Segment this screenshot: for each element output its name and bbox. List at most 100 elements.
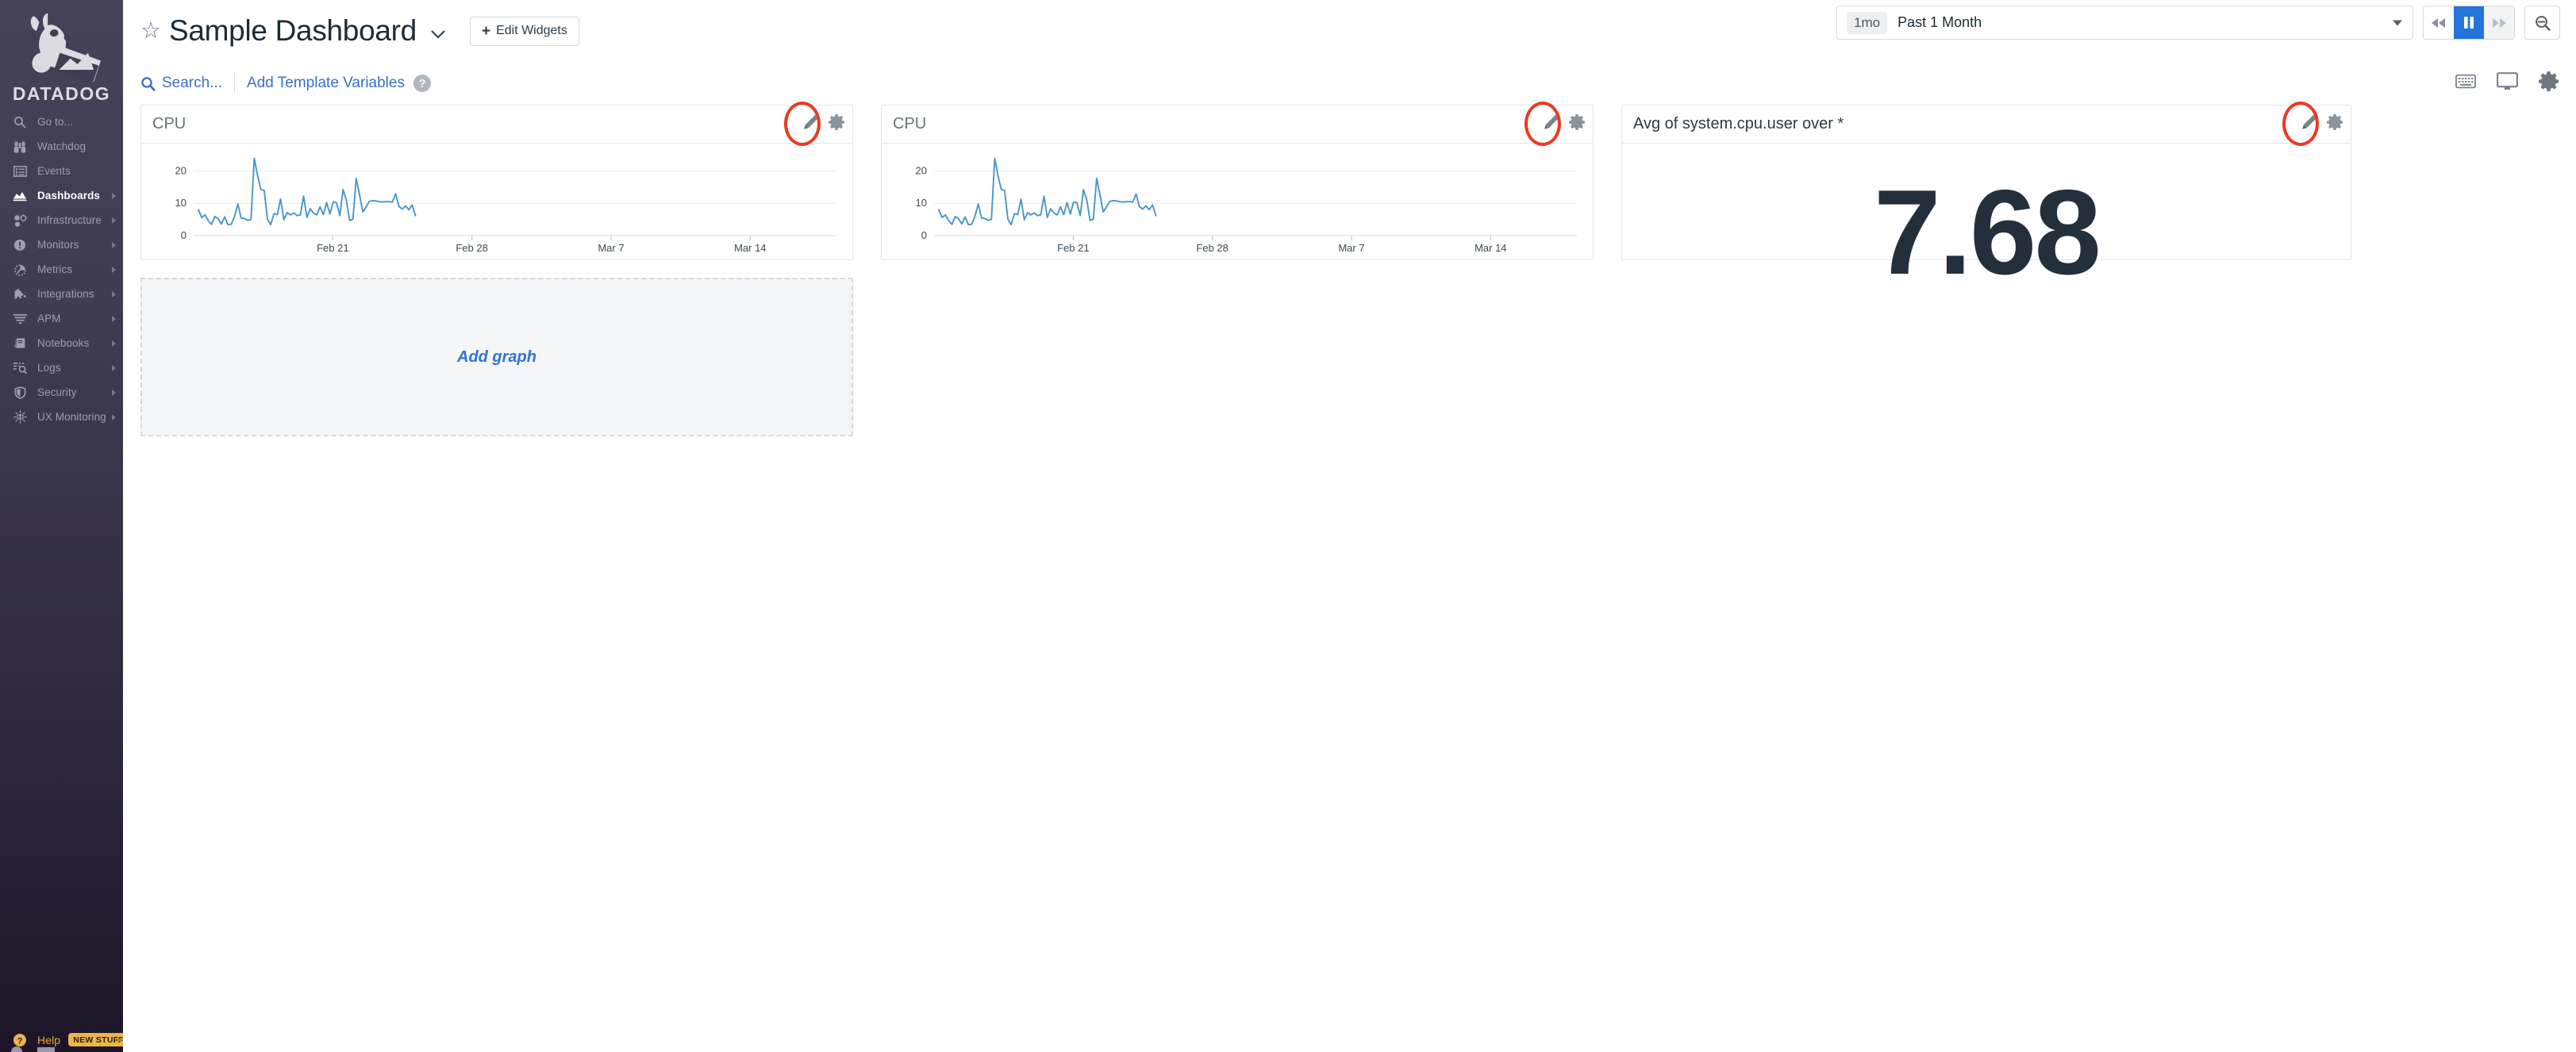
datadog-dog-logo-icon xyxy=(15,5,109,90)
datadog-dashboard-app: DATADOG Go to... Watchdog Events xyxy=(0,0,2576,1052)
sidebar-item-label: UX Monitoring xyxy=(37,411,106,423)
pause-button[interactable] xyxy=(2454,6,2484,39)
sidebar-item-notebooks[interactable]: Notebooks xyxy=(0,331,123,355)
gear-icon[interactable] xyxy=(2327,114,2343,134)
sidebar-item-label: Dashboards xyxy=(37,190,100,202)
datadog-logo[interactable]: DATADOG xyxy=(0,0,123,105)
toolbar-divider xyxy=(234,73,235,94)
sidebar-item-metrics[interactable]: Metrics xyxy=(0,257,123,282)
display-icon[interactable] xyxy=(2497,72,2518,94)
time-controls: 1mo Past 1 Month xyxy=(1836,6,2560,40)
widget-cpu-2[interactable]: CPU 01020Feb 21Feb 28Mar 7Mar 14 xyxy=(881,105,1594,260)
apm-icon xyxy=(11,312,29,326)
sidebar-item-label: Infrastructure xyxy=(37,214,102,226)
timeseries-chart[interactable]: 01020Feb 21Feb 28Mar 7Mar 14 xyxy=(141,144,852,259)
sidebar-item-go-to[interactable]: Go to... xyxy=(0,109,123,134)
x-axis-tick-label: Mar 14 xyxy=(1474,242,1506,254)
fast-forward-button[interactable] xyxy=(2484,6,2514,39)
search-icon xyxy=(140,76,156,91)
dashboard-header: ☆ Sample Dashboard + Edit Widgets 1mo Pa… xyxy=(123,0,2576,62)
chevron-right-icon xyxy=(112,242,116,248)
sidebar-item-integrations[interactable]: Integrations xyxy=(0,282,123,306)
edit-widgets-label: Edit Widgets xyxy=(496,24,567,38)
globe-icon xyxy=(11,410,29,424)
chevron-right-icon xyxy=(112,267,116,273)
time-range-select[interactable]: 1mo Past 1 Month xyxy=(1836,6,2413,40)
sidebar-item-monitors[interactable]: Monitors xyxy=(0,232,123,257)
widget-body: 01020Feb 21Feb 28Mar 7Mar 14 xyxy=(882,144,1593,259)
gear-icon[interactable] xyxy=(2539,71,2559,95)
avatar xyxy=(11,1046,22,1052)
widget-header: Avg of system.cpu.user over * xyxy=(1622,106,2351,144)
chevron-right-icon xyxy=(112,291,116,298)
sidebar-item-ux-monitoring[interactable]: UX Monitoring xyxy=(0,405,123,429)
gauge-icon xyxy=(11,263,29,277)
puzzle-icon xyxy=(11,287,29,301)
timeseries-chart[interactable]: 01020Feb 21Feb 28Mar 7Mar 14 xyxy=(882,144,1593,259)
widget-header: CPU xyxy=(882,106,1593,144)
notebook-icon xyxy=(11,336,29,351)
widget-row-1: CPU 01020Feb 21Feb 28Mar 7Mar 14 xyxy=(140,105,2559,260)
logs-icon xyxy=(11,361,29,375)
chevron-right-icon xyxy=(112,414,116,420)
edit-widgets-button[interactable]: + Edit Widgets xyxy=(470,17,579,46)
question-mark-icon[interactable]: ? xyxy=(413,75,431,92)
list-icon xyxy=(11,164,29,179)
keyboard-icon[interactable] xyxy=(2455,74,2476,93)
alert-icon xyxy=(11,238,29,252)
sidebar-item-apm[interactable]: APM xyxy=(0,306,123,331)
zoom-out-button[interactable] xyxy=(2524,6,2560,40)
chevron-right-icon xyxy=(112,340,116,347)
main-content: ☆ Sample Dashboard + Edit Widgets 1mo Pa… xyxy=(123,0,2576,1052)
chevron-right-icon xyxy=(117,1037,121,1043)
sidebar-item-label: Monitors xyxy=(37,239,79,251)
pencil-icon[interactable] xyxy=(2300,113,2319,136)
chevron-right-icon xyxy=(112,217,116,224)
datadog-logo-text: DATADOG xyxy=(13,83,110,105)
sidebar-item-infrastructure[interactable]: Infrastructure xyxy=(0,208,123,232)
x-axis-tick-label: Mar 7 xyxy=(598,242,624,254)
hexagons-icon xyxy=(11,213,29,228)
widget-body: 01020Feb 21Feb 28Mar 7Mar 14 xyxy=(141,144,852,259)
y-axis-tick-label: 0 xyxy=(921,229,927,241)
gear-icon[interactable] xyxy=(1569,114,1585,134)
time-range-label: Past 1 Month xyxy=(1897,14,1982,31)
widget-cpu-1[interactable]: CPU 01020Feb 21Feb 28Mar 7Mar 14 xyxy=(140,105,853,260)
widget-body: 7.68 xyxy=(1622,144,2351,293)
pencil-icon[interactable] xyxy=(1542,113,1561,136)
widget-actions xyxy=(802,113,844,136)
search-icon xyxy=(11,115,29,129)
sidebar-item-label: Events xyxy=(37,165,71,177)
pencil-icon[interactable] xyxy=(802,113,821,136)
series-line xyxy=(939,158,1155,225)
sidebar-item-logs[interactable]: Logs xyxy=(0,355,123,380)
y-axis-tick-label: 0 xyxy=(181,229,186,241)
sidebar-item-dashboards[interactable]: Dashboards xyxy=(0,183,123,208)
add-graph-placeholder[interactable]: Add graph xyxy=(140,278,853,436)
y-axis-tick-label: 20 xyxy=(916,164,927,176)
star-icon[interactable]: ☆ xyxy=(140,20,161,43)
sidebar-item-events[interactable]: Events xyxy=(0,159,123,183)
widget-title: CPU xyxy=(893,115,926,133)
widget-actions xyxy=(1542,113,1585,136)
widget-title: CPU xyxy=(152,115,186,133)
widget-query-value[interactable]: Avg of system.cpu.user over * 7.6 xyxy=(1621,105,2351,260)
sidebar: DATADOG Go to... Watchdog Events xyxy=(0,0,123,1052)
search-button[interactable]: Search... xyxy=(140,75,222,92)
rewind-button[interactable] xyxy=(2424,6,2454,39)
chevron-down-icon[interactable] xyxy=(430,29,446,38)
add-template-variables-button[interactable]: Add Template Variables xyxy=(247,75,405,92)
sidebar-item-security[interactable]: Security xyxy=(0,380,123,405)
binoculars-icon xyxy=(11,140,29,154)
sidebar-item-label: Logs xyxy=(37,362,61,374)
sidebar-item-label: Security xyxy=(37,386,77,398)
chevron-right-icon xyxy=(112,365,116,371)
playback-controls xyxy=(2423,6,2515,40)
chevron-right-icon xyxy=(112,390,116,396)
dashboard-toolbar: Search... Add Template Variables ? xyxy=(123,62,2576,105)
gear-icon[interactable] xyxy=(829,114,844,134)
sidebar-item-watchdog[interactable]: Watchdog xyxy=(0,134,123,159)
query-value: 7.68 xyxy=(1622,144,2351,293)
sidebar-item-label: Integrations xyxy=(37,288,94,300)
sidebar-item-partial-cutoff[interactable] xyxy=(11,1046,55,1052)
